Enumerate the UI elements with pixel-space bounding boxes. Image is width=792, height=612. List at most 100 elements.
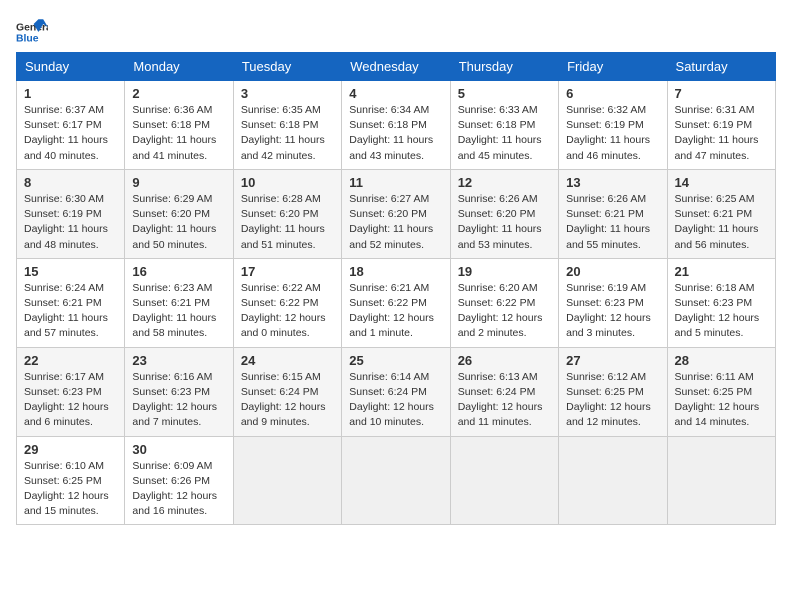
day-cell-16: 16 Sunrise: 6:23 AM Sunset: 6:21 PM Dayli…	[125, 258, 233, 347]
day-info: Sunrise: 6:28 AM Sunset: 6:20 PM Dayligh…	[241, 192, 334, 253]
day-number: 16	[132, 264, 225, 279]
day-cell-1: 1 Sunrise: 6:37 AM Sunset: 6:17 PM Daylig…	[17, 81, 125, 170]
day-number: 3	[241, 86, 334, 101]
day-number: 27	[566, 353, 659, 368]
day-info: Sunrise: 6:32 AM Sunset: 6:19 PM Dayligh…	[566, 103, 659, 164]
day-info: Sunrise: 6:37 AM Sunset: 6:17 PM Dayligh…	[24, 103, 117, 164]
day-info: Sunrise: 6:15 AM Sunset: 6:24 PM Dayligh…	[241, 370, 334, 431]
days-header-row: SundayMondayTuesdayWednesdayThursdayFrid…	[17, 53, 776, 81]
day-info: Sunrise: 6:19 AM Sunset: 6:23 PM Dayligh…	[566, 281, 659, 342]
day-cell-14: 14 Sunrise: 6:25 AM Sunset: 6:21 PM Dayli…	[667, 169, 775, 258]
empty-cell	[342, 436, 450, 525]
day-number: 21	[675, 264, 768, 279]
day-info: Sunrise: 6:25 AM Sunset: 6:21 PM Dayligh…	[675, 192, 768, 253]
day-info: Sunrise: 6:27 AM Sunset: 6:20 PM Dayligh…	[349, 192, 442, 253]
day-number: 26	[458, 353, 551, 368]
day-cell-25: 25 Sunrise: 6:14 AM Sunset: 6:24 PM Dayli…	[342, 347, 450, 436]
day-info: Sunrise: 6:22 AM Sunset: 6:22 PM Dayligh…	[241, 281, 334, 342]
day-number: 12	[458, 175, 551, 190]
day-info: Sunrise: 6:18 AM Sunset: 6:23 PM Dayligh…	[675, 281, 768, 342]
empty-cell	[233, 436, 341, 525]
day-info: Sunrise: 6:12 AM Sunset: 6:25 PM Dayligh…	[566, 370, 659, 431]
day-info: Sunrise: 6:36 AM Sunset: 6:18 PM Dayligh…	[132, 103, 225, 164]
day-info: Sunrise: 6:35 AM Sunset: 6:18 PM Dayligh…	[241, 103, 334, 164]
day-cell-18: 18 Sunrise: 6:21 AM Sunset: 6:22 PM Dayli…	[342, 258, 450, 347]
day-info: Sunrise: 6:10 AM Sunset: 6:25 PM Dayligh…	[24, 459, 117, 520]
day-number: 24	[241, 353, 334, 368]
day-cell-7: 7 Sunrise: 6:31 AM Sunset: 6:19 PM Daylig…	[667, 81, 775, 170]
day-number: 14	[675, 175, 768, 190]
day-cell-22: 22Sunrise: 6:17 AM Sunset: 6:23 PM Dayli…	[17, 347, 125, 436]
week-row-4: 22Sunrise: 6:17 AM Sunset: 6:23 PM Dayli…	[17, 347, 776, 436]
page-header: General Blue	[16, 16, 776, 48]
day-number: 29	[24, 442, 117, 457]
day-info: Sunrise: 6:24 AM Sunset: 6:21 PM Dayligh…	[24, 281, 117, 342]
day-number: 10	[241, 175, 334, 190]
day-header-thursday: Thursday	[450, 53, 558, 81]
day-number: 17	[241, 264, 334, 279]
day-cell-6: 6 Sunrise: 6:32 AM Sunset: 6:19 PM Daylig…	[559, 81, 667, 170]
day-info: Sunrise: 6:23 AM Sunset: 6:21 PM Dayligh…	[132, 281, 225, 342]
day-cell-23: 23 Sunrise: 6:16 AM Sunset: 6:23 PM Dayli…	[125, 347, 233, 436]
day-number: 23	[132, 353, 225, 368]
week-row-1: 1 Sunrise: 6:37 AM Sunset: 6:17 PM Daylig…	[17, 81, 776, 170]
calendar-table: SundayMondayTuesdayWednesdayThursdayFrid…	[16, 52, 776, 525]
day-cell-24: 24 Sunrise: 6:15 AM Sunset: 6:24 PM Dayli…	[233, 347, 341, 436]
day-number: 1	[24, 86, 117, 101]
day-number: 7	[675, 86, 768, 101]
day-number: 9	[132, 175, 225, 190]
day-number: 8	[24, 175, 117, 190]
day-cell-11: 11 Sunrise: 6:27 AM Sunset: 6:20 PM Dayli…	[342, 169, 450, 258]
day-number: 11	[349, 175, 442, 190]
day-cell-12: 12 Sunrise: 6:26 AM Sunset: 6:20 PM Dayli…	[450, 169, 558, 258]
day-info: Sunrise: 6:14 AM Sunset: 6:24 PM Dayligh…	[349, 370, 442, 431]
day-cell-21: 21 Sunrise: 6:18 AM Sunset: 6:23 PM Dayli…	[667, 258, 775, 347]
day-number: 4	[349, 86, 442, 101]
week-row-3: 15 Sunrise: 6:24 AM Sunset: 6:21 PM Dayli…	[17, 258, 776, 347]
day-number: 5	[458, 86, 551, 101]
empty-cell	[450, 436, 558, 525]
day-cell-5: 5Sunrise: 6:33 AM Sunset: 6:18 PM Daylig…	[450, 81, 558, 170]
empty-cell	[667, 436, 775, 525]
day-number: 28	[675, 353, 768, 368]
day-cell-29: 29 Sunrise: 6:10 AM Sunset: 6:25 PM Dayli…	[17, 436, 125, 525]
day-info: Sunrise: 6:11 AM Sunset: 6:25 PM Dayligh…	[675, 370, 768, 431]
day-number: 30	[132, 442, 225, 457]
day-info: Sunrise: 6:21 AM Sunset: 6:22 PM Dayligh…	[349, 281, 442, 342]
day-number: 15	[24, 264, 117, 279]
day-header-sunday: Sunday	[17, 53, 125, 81]
day-header-tuesday: Tuesday	[233, 53, 341, 81]
week-row-2: 8 Sunrise: 6:30 AM Sunset: 6:19 PM Daylig…	[17, 169, 776, 258]
day-number: 22	[24, 353, 117, 368]
day-info: Sunrise: 6:13 AM Sunset: 6:24 PM Dayligh…	[458, 370, 551, 431]
day-cell-13: 13Sunrise: 6:26 AM Sunset: 6:21 PM Dayli…	[559, 169, 667, 258]
day-info: Sunrise: 6:16 AM Sunset: 6:23 PM Dayligh…	[132, 370, 225, 431]
day-info: Sunrise: 6:30 AM Sunset: 6:19 PM Dayligh…	[24, 192, 117, 253]
day-info: Sunrise: 6:26 AM Sunset: 6:21 PM Dayligh…	[566, 192, 659, 253]
day-header-saturday: Saturday	[667, 53, 775, 81]
day-number: 25	[349, 353, 442, 368]
day-info: Sunrise: 6:09 AM Sunset: 6:26 PM Dayligh…	[132, 459, 225, 520]
day-cell-3: 3 Sunrise: 6:35 AM Sunset: 6:18 PM Daylig…	[233, 81, 341, 170]
day-info: Sunrise: 6:20 AM Sunset: 6:22 PM Dayligh…	[458, 281, 551, 342]
day-header-monday: Monday	[125, 53, 233, 81]
day-header-wednesday: Wednesday	[342, 53, 450, 81]
day-info: Sunrise: 6:34 AM Sunset: 6:18 PM Dayligh…	[349, 103, 442, 164]
day-cell-19: 19Sunrise: 6:20 AM Sunset: 6:22 PM Dayli…	[450, 258, 558, 347]
logo: General Blue	[16, 16, 48, 48]
day-cell-2: 2Sunrise: 6:36 AM Sunset: 6:18 PM Daylig…	[125, 81, 233, 170]
day-info: Sunrise: 6:31 AM Sunset: 6:19 PM Dayligh…	[675, 103, 768, 164]
day-info: Sunrise: 6:29 AM Sunset: 6:20 PM Dayligh…	[132, 192, 225, 253]
day-number: 20	[566, 264, 659, 279]
day-header-friday: Friday	[559, 53, 667, 81]
day-cell-30: 30 Sunrise: 6:09 AM Sunset: 6:26 PM Dayli…	[125, 436, 233, 525]
day-cell-10: 10 Sunrise: 6:28 AM Sunset: 6:20 PM Dayli…	[233, 169, 341, 258]
day-cell-4: 4 Sunrise: 6:34 AM Sunset: 6:18 PM Daylig…	[342, 81, 450, 170]
day-number: 18	[349, 264, 442, 279]
svg-text:General: General	[16, 22, 48, 33]
week-row-5: 29 Sunrise: 6:10 AM Sunset: 6:25 PM Dayli…	[17, 436, 776, 525]
day-number: 6	[566, 86, 659, 101]
day-cell-27: 27 Sunrise: 6:12 AM Sunset: 6:25 PM Dayli…	[559, 347, 667, 436]
day-cell-26: 26 Sunrise: 6:13 AM Sunset: 6:24 PM Dayli…	[450, 347, 558, 436]
day-info: Sunrise: 6:26 AM Sunset: 6:20 PM Dayligh…	[458, 192, 551, 253]
